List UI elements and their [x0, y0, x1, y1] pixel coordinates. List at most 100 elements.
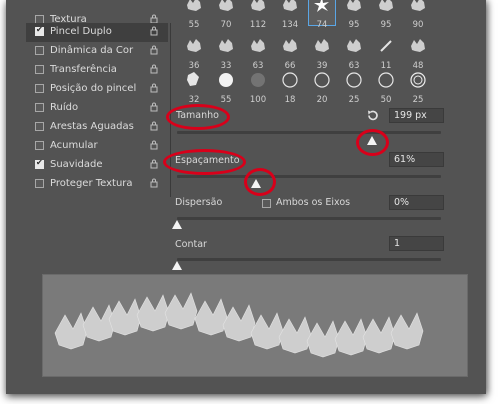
- reset-icon[interactable]: [366, 109, 379, 122]
- option-suavidade[interactable]: Suavidade: [26, 156, 168, 175]
- option-label: Ruído: [50, 102, 79, 113]
- brush-tip[interactable]: 25: [405, 70, 431, 105]
- option-checkbox[interactable]: [35, 141, 44, 150]
- brush-tip[interactable]: 112: [245, 0, 271, 30]
- lock-icon[interactable]: [150, 45, 158, 55]
- brush-tip[interactable]: 55: [181, 0, 207, 30]
- brush-tip-shape: [314, 72, 330, 88]
- dispersao-slider-handle[interactable]: [172, 220, 182, 229]
- brush-tip-shape: [187, 0, 201, 11]
- option-checkbox[interactable]: [35, 103, 44, 112]
- brush-tip[interactable]: 74: [308, 0, 336, 30]
- option-label: Proteger Textura: [50, 178, 133, 189]
- lock-icon[interactable]: [150, 178, 158, 188]
- ambos-os-eixos-checkbox[interactable]: [262, 199, 271, 208]
- brush-tip[interactable]: 100: [245, 70, 271, 105]
- brush-tip[interactable]: 90: [405, 0, 431, 30]
- brush-tip-size: 112: [249, 20, 267, 30]
- option-transferencia[interactable]: Transferência: [26, 61, 168, 80]
- espacamento-slider-track[interactable]: [177, 175, 441, 178]
- brush-tip-shape: [251, 73, 265, 87]
- option-label: Suavidade: [50, 159, 103, 170]
- brush-tip-size: 90: [412, 20, 424, 30]
- brush-tip-size: 25: [412, 95, 424, 105]
- option-dinamica-da-cor[interactable]: Dinâmica da Cor: [26, 42, 168, 61]
- brush-tip[interactable]: 66: [277, 36, 303, 71]
- lock-icon[interactable]: [150, 102, 158, 112]
- brush-tip-size: 134: [281, 20, 299, 30]
- brush-tip[interactable]: 55: [213, 70, 239, 105]
- brush-tip[interactable]: 95: [341, 0, 367, 30]
- brush-tip[interactable]: 36: [181, 36, 207, 71]
- brush-tip[interactable]: 48: [405, 36, 431, 71]
- contar-input[interactable]: 1: [389, 236, 444, 251]
- brush-tip-shape: [251, 0, 265, 11]
- contar-label: Contar: [175, 239, 207, 250]
- option-proteger-textura[interactable]: Proteger Textura: [26, 175, 168, 194]
- espacamento-label: Espaçamento: [175, 155, 240, 166]
- brush-tip-shape: [315, 39, 329, 52]
- brush-tip-size: 25: [348, 95, 360, 105]
- brush-tip-shape: [187, 72, 199, 86]
- brush-tip[interactable]: 134: [277, 0, 303, 30]
- brush-tip[interactable]: 63: [341, 36, 367, 71]
- option-acumular[interactable]: Acumular: [26, 137, 168, 156]
- brush-tip-grid: 55 70 112 134 74 95 95 90 36 33 63 66 39 63 11 48 32 55 10…: [181, 0, 443, 105]
- brush-tip[interactable]: 32: [181, 70, 207, 105]
- option-checkbox[interactable]: [35, 25, 44, 36]
- brush-options-list: Textura Pincel Duplo Dinâmica da Cor Tra…: [26, 14, 171, 197]
- lock-icon[interactable]: [150, 26, 158, 36]
- brush-tip[interactable]: 63: [245, 36, 271, 71]
- brush-tip[interactable]: 33: [213, 36, 239, 71]
- option-ruido[interactable]: Ruído: [26, 99, 168, 118]
- option-label: Pincel Duplo: [50, 26, 112, 37]
- brush-tip-shape: [411, 39, 425, 52]
- dispersao-slider-track[interactable]: [177, 217, 441, 220]
- brush-tip[interactable]: 70: [213, 0, 239, 30]
- option-checkbox[interactable]: [35, 65, 44, 74]
- lock-icon[interactable]: [150, 83, 158, 93]
- tamanho-slider-track[interactable]: [177, 131, 441, 134]
- brush-tip-shape: [251, 39, 265, 52]
- brush-tip-size: 20: [316, 95, 328, 105]
- brush-tip-size: 95: [380, 20, 392, 30]
- dispersao-label: Dispersão: [175, 197, 223, 208]
- brush-tip[interactable]: 95: [373, 0, 399, 30]
- brush-tip-size: 55: [220, 95, 232, 105]
- option-pincel-duplo[interactable]: Pincel Duplo: [26, 23, 168, 42]
- lock-icon[interactable]: [150, 140, 158, 150]
- brush-tip-shape: [219, 0, 233, 11]
- option-arestas-aguadas[interactable]: Arestas Aguadas: [26, 118, 168, 137]
- brush-tip-size: 95: [348, 20, 360, 30]
- lock-icon[interactable]: [150, 159, 158, 169]
- contar-slider-handle[interactable]: [172, 261, 182, 270]
- brush-settings-panel: Textura Pincel Duplo Dinâmica da Cor Tra…: [6, 0, 486, 394]
- dispersao-input[interactable]: 0%: [389, 195, 444, 210]
- option-checkbox[interactable]: [35, 158, 44, 169]
- brush-tip[interactable]: 18: [277, 70, 303, 105]
- contar-slider-track[interactable]: [177, 258, 441, 261]
- tamanho-input[interactable]: 199 px: [389, 108, 444, 123]
- option-checkbox[interactable]: [35, 46, 44, 55]
- espacamento-input[interactable]: 61%: [389, 152, 444, 167]
- espacamento-slider-handle[interactable]: [251, 179, 261, 188]
- tamanho-slider-handle[interactable]: [367, 136, 377, 145]
- lock-icon[interactable]: [150, 121, 158, 131]
- option-checkbox[interactable]: [35, 179, 44, 188]
- option-checkbox[interactable]: [35, 122, 44, 131]
- lock-icon[interactable]: [150, 64, 158, 74]
- brush-tip[interactable]: 50: [373, 70, 399, 105]
- brush-tip[interactable]: 25: [341, 70, 367, 105]
- option-label: Arestas Aguadas: [50, 121, 134, 132]
- brush-tip[interactable]: 20: [309, 70, 335, 105]
- brush-tip-size: 50: [380, 95, 392, 105]
- brush-tip[interactable]: 39: [309, 36, 335, 71]
- brush-tip[interactable]: 11: [373, 36, 399, 71]
- option-checkbox[interactable]: [35, 84, 44, 93]
- tamanho-label: Tamanho: [176, 110, 219, 121]
- brush-tip-shape: [346, 72, 362, 88]
- brush-tip-shape: [282, 72, 298, 88]
- ambos-os-eixos-label: Ambos os Eixos: [276, 197, 351, 208]
- brush-tip-shape: [411, 0, 425, 11]
- option-posicao-do-pincel[interactable]: Posição do pincel: [26, 80, 168, 99]
